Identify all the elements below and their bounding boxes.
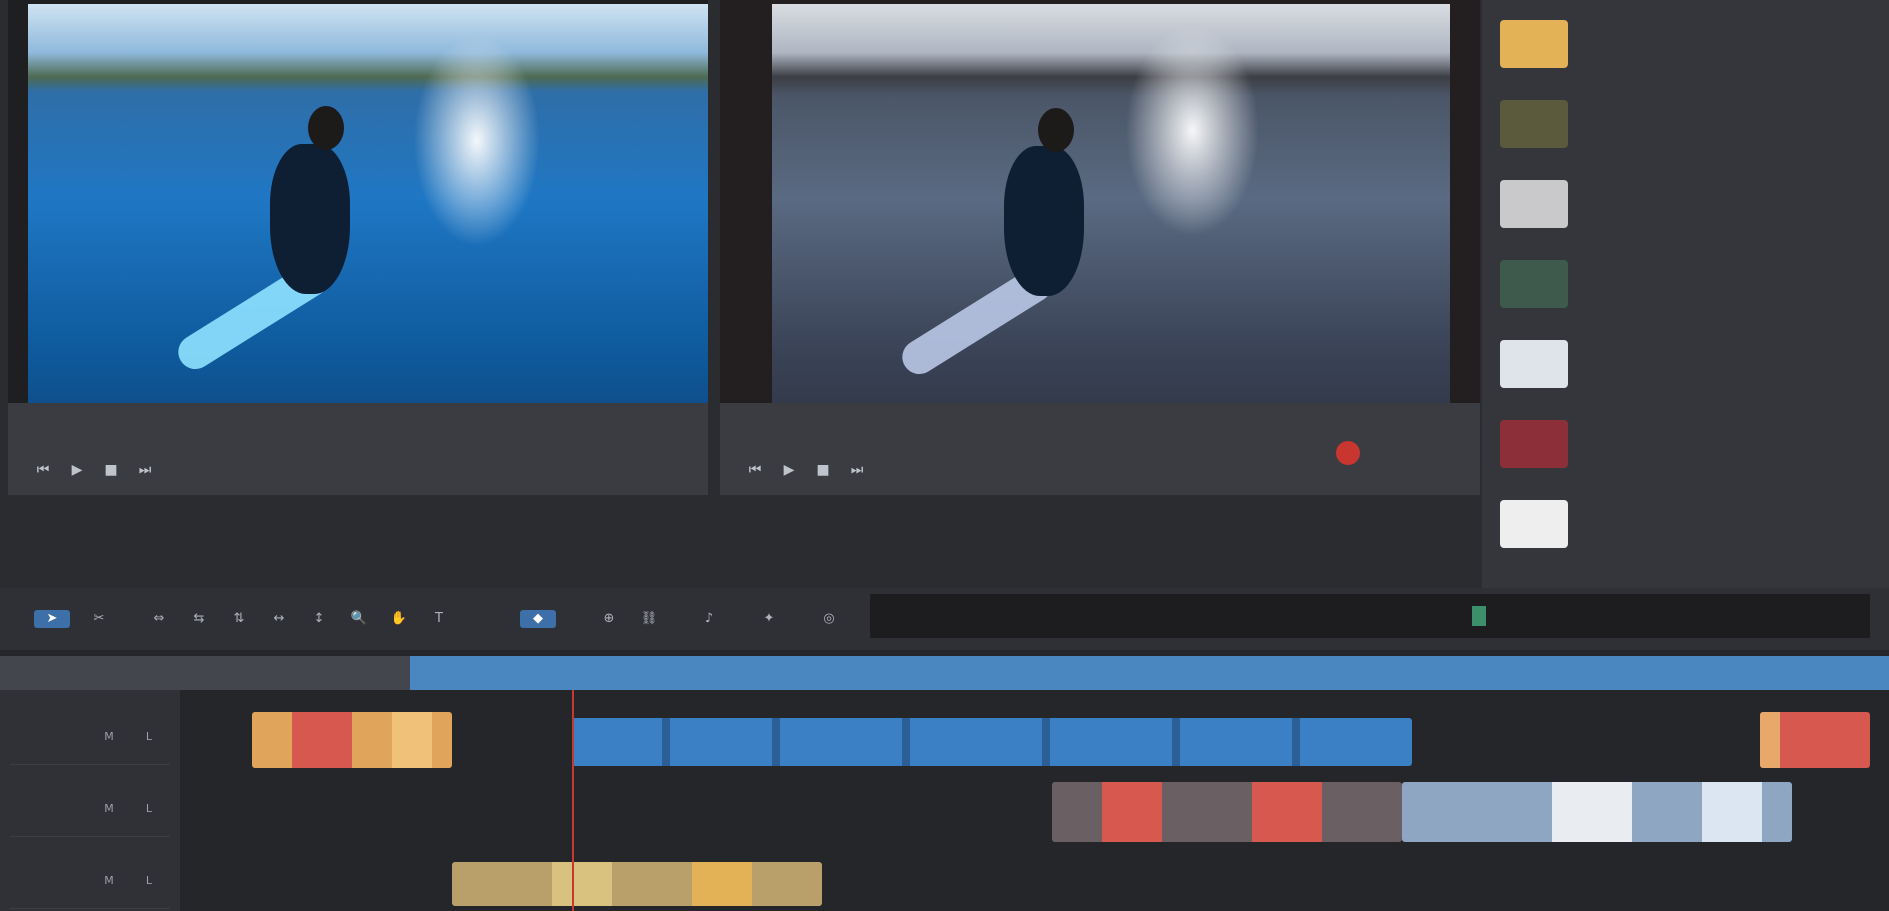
- timeline-panel: M L M L M L: [0, 650, 1889, 911]
- snap-tool-icon[interactable]: ⊕: [600, 610, 618, 628]
- source-monitor: ⏮ ▶ ■ ⏭: [8, 0, 708, 495]
- play-icon[interactable]: ▶: [66, 459, 88, 481]
- media-item[interactable]: [1492, 492, 1877, 558]
- media-item[interactable]: [1492, 332, 1877, 398]
- stop-icon[interactable]: ■: [812, 459, 834, 481]
- trim-tool-icon[interactable]: ⇔: [150, 610, 168, 628]
- play-icon[interactable]: ▶: [778, 459, 800, 481]
- select-tool-icon[interactable]: ➤: [34, 610, 70, 628]
- media-thumbnail: [1500, 20, 1568, 68]
- edit-toolbar: ➤ ✂ ⇔ ⇆ ⇅ ↔ ↕ 🔍 ✋ T ◆ ⊕ ⛓ ♪ ✦ ◎: [0, 588, 1889, 650]
- next-frame-icon[interactable]: ⏭: [134, 459, 156, 481]
- media-item[interactable]: [1492, 92, 1877, 158]
- slip-tool-icon[interactable]: ↔: [270, 610, 288, 628]
- media-thumbnail: [1500, 260, 1568, 308]
- marker-tool-icon[interactable]: ◆: [520, 610, 556, 628]
- surfer-figure: [171, 94, 438, 394]
- track-header: M L: [10, 696, 170, 765]
- media-thumbnail: [1500, 340, 1568, 388]
- lock-toggle[interactable]: L: [140, 874, 158, 888]
- lock-toggle[interactable]: L: [140, 802, 158, 816]
- program-control-bar: ⏮ ▶ ■ ⏭: [720, 403, 1480, 495]
- program-monitor: ⏮ ▶ ■ ⏭: [720, 0, 1480, 495]
- prev-frame-icon[interactable]: ⏮: [744, 459, 766, 481]
- media-thumbnail: [1500, 100, 1568, 148]
- media-thumbnail: [1500, 180, 1568, 228]
- media-thumbnail: [1500, 500, 1568, 548]
- next-frame-icon[interactable]: ⏭: [846, 459, 868, 481]
- track-headers: M L M L M L: [0, 690, 180, 911]
- in-point-marker[interactable]: [1472, 606, 1486, 626]
- record-button[interactable]: [1336, 441, 1360, 465]
- link-tool-icon[interactable]: ⛓: [640, 610, 658, 628]
- media-thumbnail: [1500, 420, 1568, 468]
- text-tool-icon[interactable]: T: [430, 610, 448, 628]
- media-item[interactable]: [1492, 252, 1877, 318]
- slide-tool-icon[interactable]: ↕: [310, 610, 328, 628]
- mute-toggle[interactable]: M: [100, 730, 118, 744]
- mute-toggle[interactable]: M: [100, 874, 118, 888]
- hand-tool-icon[interactable]: ✋: [390, 610, 408, 628]
- track-header: M L: [10, 768, 170, 837]
- ruler-header: [0, 656, 410, 690]
- program-transport: ⏮ ▶ ■ ⏭: [744, 459, 868, 481]
- mute-toggle[interactable]: M: [100, 802, 118, 816]
- timeline-clip[interactable]: [1402, 782, 1792, 842]
- media-library-panel: [1482, 0, 1889, 590]
- source-transport: ⏮ ▶ ■ ⏭: [32, 459, 156, 481]
- media-item[interactable]: [1492, 172, 1877, 238]
- timeline-clip[interactable]: [572, 718, 1412, 766]
- timeline-clip[interactable]: [1052, 782, 1402, 842]
- timeline-clip[interactable]: [1760, 712, 1870, 768]
- roll-tool-icon[interactable]: ⇅: [230, 610, 248, 628]
- zoom-tool-icon[interactable]: 🔍: [350, 610, 368, 628]
- source-control-bar: ⏮ ▶ ■ ⏭: [8, 403, 708, 495]
- audio-tool-icon[interactable]: ♪: [700, 610, 718, 628]
- timeline-clip[interactable]: [252, 712, 452, 768]
- timeline-overview-strip[interactable]: [870, 594, 1870, 638]
- surfer-figure: [895, 94, 1172, 394]
- playhead[interactable]: [572, 690, 574, 911]
- stop-icon[interactable]: ■: [100, 459, 122, 481]
- media-item[interactable]: [1492, 12, 1877, 78]
- timeline-clip[interactable]: [452, 862, 822, 906]
- lock-toggle[interactable]: L: [140, 730, 158, 744]
- cut-tool-icon[interactable]: ✂: [90, 610, 108, 628]
- media-item[interactable]: [1492, 412, 1877, 478]
- ripple-tool-icon[interactable]: ⇆: [190, 610, 208, 628]
- effects-tool-icon[interactable]: ✦: [760, 610, 778, 628]
- prev-frame-icon[interactable]: ⏮: [32, 459, 54, 481]
- track-header: M L: [10, 840, 170, 909]
- timeline-ruler[interactable]: [0, 656, 1889, 690]
- mask-tool-icon[interactable]: ◎: [820, 610, 838, 628]
